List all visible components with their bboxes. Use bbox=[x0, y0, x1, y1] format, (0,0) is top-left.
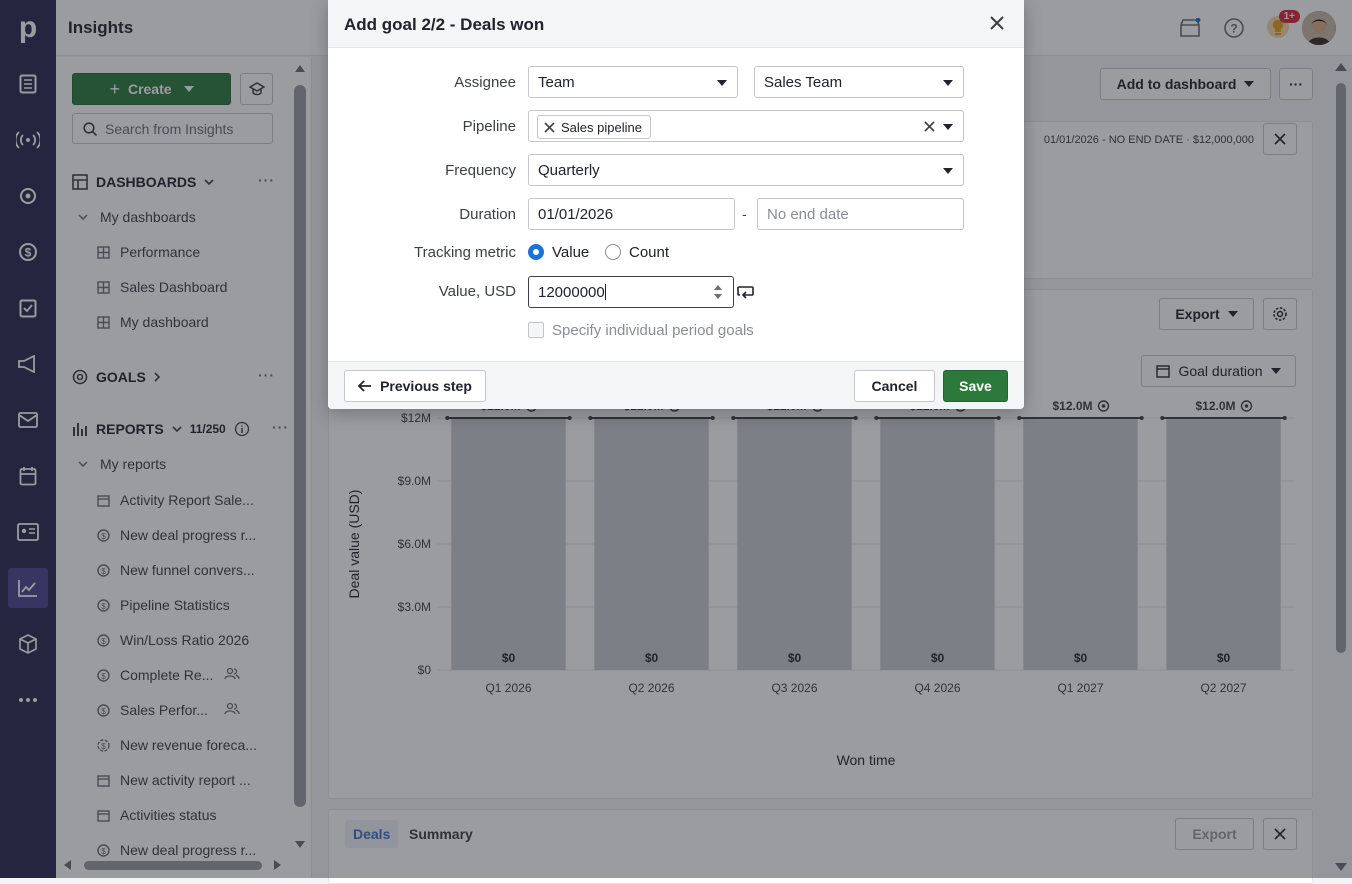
clear-icon[interactable] bbox=[924, 121, 935, 132]
frequency-value: Quarterly bbox=[538, 162, 600, 179]
tracking-metric-label: Tracking metric bbox=[414, 244, 516, 261]
tracking-count-radio[interactable] bbox=[605, 244, 621, 260]
duration-end-placeholder: No end date bbox=[767, 206, 849, 223]
previous-step-button[interactable]: Previous step bbox=[344, 370, 486, 402]
caret-down-icon bbox=[943, 80, 953, 86]
save-label: Save bbox=[959, 378, 992, 394]
modal-header: Add goal 2/2 - Deals won bbox=[328, 0, 1024, 48]
caret-down-icon bbox=[943, 168, 953, 174]
pipeline-chip: Sales pipeline bbox=[537, 115, 651, 139]
period-goals-checkbox[interactable] bbox=[528, 322, 544, 338]
tracking-value-radio[interactable] bbox=[528, 244, 544, 260]
frequency-select[interactable]: Quarterly bbox=[528, 154, 964, 186]
modal-title: Add goal 2/2 - Deals won bbox=[344, 15, 545, 34]
period-goals-label: Specify individual period goals bbox=[552, 322, 754, 339]
remove-chip-icon[interactable] bbox=[544, 121, 555, 133]
pipeline-select[interactable]: Sales pipeline bbox=[528, 110, 964, 142]
cancel-label: Cancel bbox=[871, 378, 918, 394]
assignee-type-select[interactable]: Team bbox=[528, 66, 738, 98]
value-amount: 12000000 bbox=[538, 284, 605, 301]
duration-separator: - bbox=[742, 206, 747, 222]
previous-step-label: Previous step bbox=[380, 378, 472, 394]
tracking-count-label[interactable]: Count bbox=[629, 244, 669, 261]
save-button[interactable]: Save bbox=[943, 370, 1008, 402]
pipeline-chip-label: Sales pipeline bbox=[561, 119, 642, 135]
assignee-type-value: Team bbox=[538, 74, 575, 91]
modal-footer: Previous step Cancel Save bbox=[328, 361, 1024, 409]
text-cursor bbox=[604, 284, 606, 300]
number-stepper-icon[interactable] bbox=[713, 283, 723, 301]
value-input[interactable]: 12000000 bbox=[528, 276, 734, 308]
add-goal-modal: Add goal 2/2 - Deals won Assignee Team S… bbox=[328, 0, 1024, 409]
duration-label: Duration bbox=[459, 206, 516, 223]
value-label: Value, USD bbox=[438, 283, 516, 300]
close-icon[interactable] bbox=[988, 14, 1006, 35]
caret-down-icon bbox=[717, 80, 727, 86]
arrow-left-icon bbox=[358, 380, 372, 392]
assignee-value: Sales Team bbox=[764, 74, 843, 91]
duration-end-field[interactable]: No end date bbox=[757, 198, 964, 230]
cancel-button[interactable]: Cancel bbox=[854, 370, 935, 402]
duration-start-value: 01/01/2026 bbox=[538, 206, 614, 223]
duration-start-field[interactable]: 01/01/2026 bbox=[528, 198, 735, 230]
assignee-label: Assignee bbox=[454, 74, 516, 91]
frequency-label: Frequency bbox=[445, 162, 516, 179]
assignee-select[interactable]: Sales Team bbox=[754, 66, 964, 98]
caret-down-icon bbox=[943, 124, 953, 130]
reset-value-icon[interactable] bbox=[737, 284, 754, 299]
tracking-value-label[interactable]: Value bbox=[552, 244, 589, 261]
pipeline-label: Pipeline bbox=[462, 118, 516, 135]
